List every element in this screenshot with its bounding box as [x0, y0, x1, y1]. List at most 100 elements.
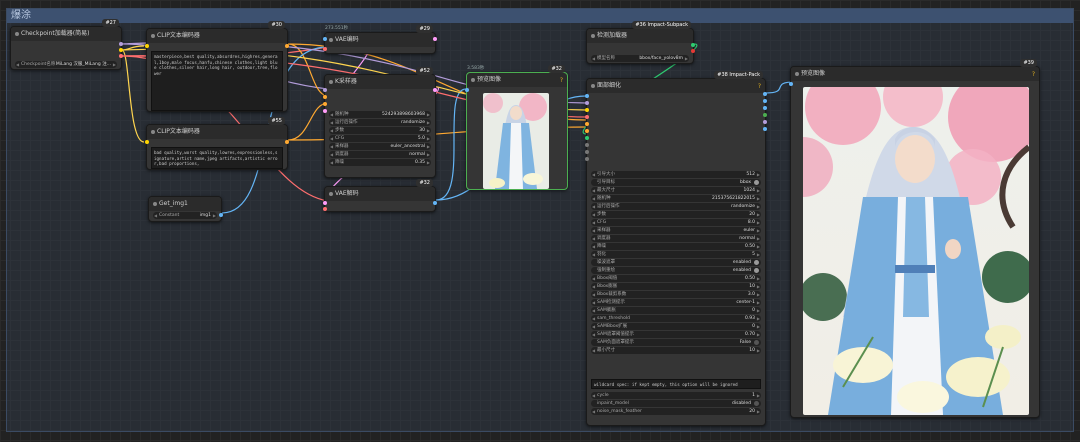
- negative-input-port[interactable]: [585, 129, 589, 133]
- widget-sam检测提示[interactable]: ◀ SAM检测提示 center-1 ▶: [591, 299, 761, 306]
- widget-bbox裁剪系数[interactable]: ◀ Bbox裁剪系数 3.0 ▶: [591, 291, 761, 298]
- right-arrow-icon[interactable]: ▶: [757, 251, 760, 258]
- conditioning-output-port[interactable]: [285, 44, 289, 48]
- toggle-switch-icon[interactable]: [754, 340, 759, 345]
- ckpt-name-combo[interactable]: ◀ Checkpoint名称 MiLang 汉服_MiLang 注... ▶: [15, 61, 117, 68]
- right-arrow-icon[interactable]: ▶: [757, 275, 760, 282]
- vae-input-port[interactable]: [323, 47, 327, 51]
- left-arrow-icon[interactable]: ◀: [592, 291, 595, 298]
- widget-sam_threshold[interactable]: ◀ sam_threshold 0.93 ▶: [591, 315, 761, 322]
- left-arrow-icon[interactable]: ◀: [16, 61, 19, 68]
- right-arrow-icon[interactable]: ▶: [427, 127, 430, 134]
- right-arrow-icon[interactable]: ▶: [757, 203, 760, 210]
- widget-羽化[interactable]: ◀ 羽化 5 ▶: [591, 251, 761, 258]
- detailer-pipe-output-port[interactable]: [763, 120, 767, 124]
- toggle-switch-icon[interactable]: [754, 260, 759, 265]
- left-arrow-icon[interactable]: ◀: [592, 315, 595, 322]
- ksampler-node[interactable]: #52 K采样器 ◀ 随机种 524293898603968 ▶ ◀ 运行后操作 rando…: [323, 67, 437, 178]
- left-arrow-icon[interactable]: ◀: [592, 243, 595, 250]
- vae-decode-node[interactable]: #32 VAE解码: [323, 179, 437, 212]
- model-input-port[interactable]: [585, 101, 589, 105]
- right-arrow-icon[interactable]: ▶: [757, 307, 760, 314]
- cropped-refined-output-port[interactable]: [763, 99, 767, 103]
- left-arrow-icon[interactable]: ◀: [330, 119, 333, 126]
- question-icon[interactable]: ?: [758, 83, 761, 90]
- clip-input-port[interactable]: [145, 140, 149, 144]
- collapse-dot-icon[interactable]: [151, 130, 155, 134]
- widget-调度器[interactable]: ◀ 调度器 normal ▶: [591, 235, 761, 242]
- collapse-dot-icon[interactable]: [795, 72, 799, 76]
- collapse-dot-icon[interactable]: [591, 34, 595, 38]
- positive-input-port[interactable]: [323, 95, 327, 99]
- pixels-input-port[interactable]: [323, 37, 327, 41]
- model-output-port[interactable]: [119, 42, 123, 46]
- widget-引导目标[interactable]: 引导目标 bbox: [591, 179, 761, 186]
- left-arrow-icon[interactable]: ◀: [592, 195, 595, 202]
- image-output-port[interactable]: [763, 92, 767, 96]
- right-arrow-icon[interactable]: ▶: [757, 291, 760, 298]
- widget-cycle[interactable]: ◀ cycle 1 ▶: [591, 392, 761, 399]
- left-arrow-icon[interactable]: ◀: [592, 283, 595, 290]
- question-icon[interactable]: ?: [1032, 71, 1035, 78]
- left-arrow-icon[interactable]: ◀: [592, 299, 595, 306]
- widget-最大尺寸[interactable]: ◀ 最大尺寸 1024 ▶: [591, 187, 761, 194]
- right-arrow-icon[interactable]: ▶: [213, 212, 216, 219]
- node-title[interactable]: CLIP文本编码器: [147, 29, 287, 43]
- node-title[interactable]: K采样器: [325, 75, 435, 89]
- left-arrow-icon[interactable]: ◀: [592, 275, 595, 282]
- left-arrow-icon[interactable]: ◀: [154, 212, 157, 219]
- left-arrow-icon[interactable]: ◀: [330, 135, 333, 142]
- segm-detector-input-port[interactable]: [585, 150, 589, 154]
- collapse-dot-icon[interactable]: [329, 38, 333, 42]
- widget-降噪[interactable]: ◀ 降噪 0.50 ▶: [591, 243, 761, 250]
- vae-output-port[interactable]: [119, 54, 123, 58]
- node-title[interactable]: 预览图像: [467, 73, 567, 87]
- vae-input-port[interactable]: [323, 207, 327, 211]
- widget-引导大小[interactable]: ◀ 引导大小 512 ▶: [591, 171, 761, 178]
- collapse-dot-icon[interactable]: [329, 80, 333, 84]
- right-arrow-icon[interactable]: ▶: [757, 219, 760, 226]
- left-arrow-icon[interactable]: ◀: [330, 151, 333, 158]
- widget-调度器[interactable]: ◀ 调度器 normal ▶: [329, 151, 431, 158]
- widget-随机种[interactable]: ◀ 随机种 524293898603968 ▶: [329, 111, 431, 118]
- left-arrow-icon[interactable]: ◀: [592, 392, 595, 399]
- widget-采样器[interactable]: ◀ 采样器 euler_ancestral ▶: [329, 143, 431, 150]
- image-output-port[interactable]: [219, 213, 223, 217]
- samples-input-port[interactable]: [323, 201, 327, 205]
- right-arrow-icon[interactable]: ▶: [757, 235, 760, 242]
- widget-cfg[interactable]: ◀ CFG 8.0 ▶: [591, 219, 761, 226]
- clip-text-encode-negative-node[interactable]: #55 CLIP文本编码器 bad quality,worst quality,…: [145, 117, 289, 170]
- detailer-hook-input-port[interactable]: [585, 157, 589, 161]
- right-arrow-icon[interactable]: ▶: [427, 151, 430, 158]
- sam-model-input-port[interactable]: [585, 143, 589, 147]
- right-arrow-icon[interactable]: ▶: [427, 119, 430, 126]
- group-title[interactable]: 爆涂: [7, 9, 1073, 23]
- right-arrow-icon[interactable]: ▶: [757, 315, 760, 322]
- toggle-switch-icon[interactable]: [754, 268, 759, 273]
- collapse-dot-icon[interactable]: [329, 192, 333, 196]
- wildcard-textarea[interactable]: wildcard spec: if kept empty, this optio…: [591, 379, 761, 389]
- node-title[interactable]: 面部细化: [587, 79, 765, 93]
- left-arrow-icon[interactable]: ◀: [592, 408, 595, 415]
- widget-运行后操作[interactable]: ◀ 运行后操作 randomize ▶: [591, 203, 761, 210]
- mask-output-port[interactable]: [763, 113, 767, 117]
- right-arrow-icon[interactable]: ▶: [427, 135, 430, 142]
- checkpoint-loader-node[interactable]: #27 Checkpoint加载器(简易) ◀ Checkpoint名称 MiLan…: [10, 19, 123, 70]
- prompt-textarea[interactable]: masterpiece,best quality,absurdres,highr…: [151, 51, 283, 111]
- positive-input-port[interactable]: [585, 122, 589, 126]
- left-arrow-icon[interactable]: ◀: [330, 111, 333, 118]
- left-arrow-icon[interactable]: ◀: [592, 227, 595, 234]
- cnet-images-output-port[interactable]: [763, 127, 767, 131]
- vae-input-port[interactable]: [585, 115, 589, 119]
- clip-input-port[interactable]: [585, 108, 589, 112]
- right-arrow-icon[interactable]: ▶: [757, 408, 760, 415]
- right-arrow-icon[interactable]: ▶: [757, 187, 760, 194]
- widget-降噪[interactable]: ◀ 降噪 0.35 ▶: [329, 159, 431, 166]
- widget-最小尺寸[interactable]: ◀ 最小尺寸 10 ▶: [591, 347, 761, 354]
- right-arrow-icon[interactable]: ▶: [427, 159, 430, 166]
- clip-output-port[interactable]: [119, 48, 123, 52]
- question-icon[interactable]: ?: [560, 77, 563, 84]
- widget-noise_mask_feather[interactable]: ◀ noise_mask_feather 20 ▶: [591, 408, 761, 415]
- node-title[interactable]: VAE解码: [325, 187, 435, 201]
- preview-image-node-2[interactable]: #39 预览图像 ?: [789, 59, 1040, 418]
